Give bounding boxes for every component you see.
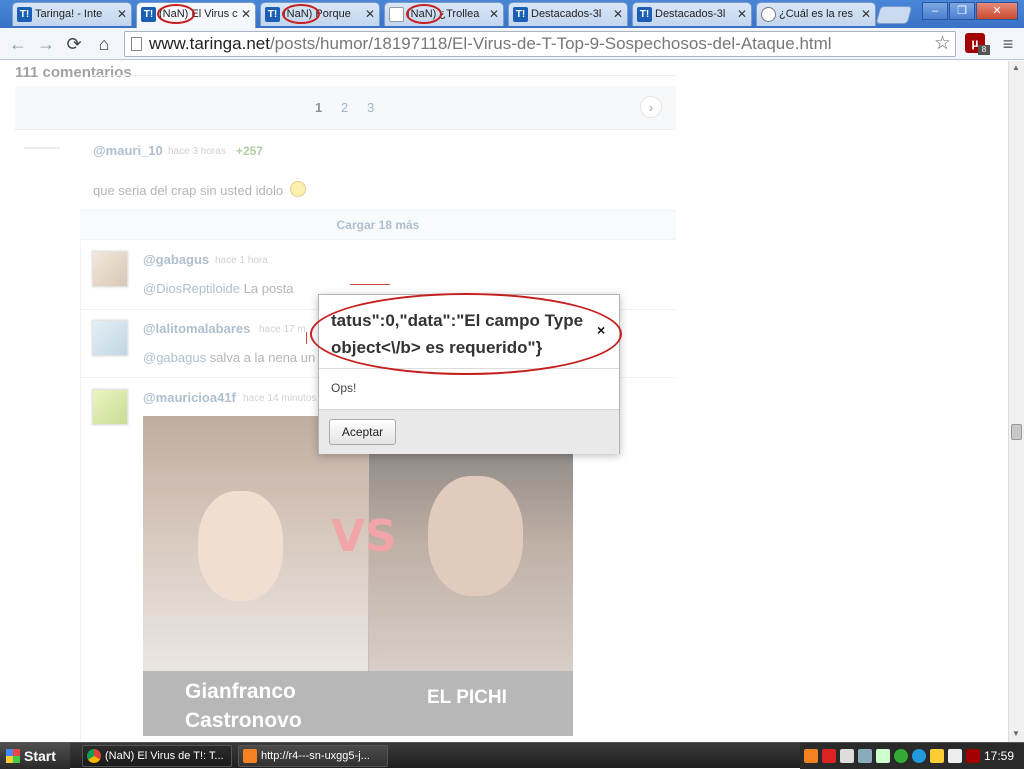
- tab-virus-post[interactable]: T! (NaN) El Virus c ✕: [136, 2, 256, 28]
- scroll-down-icon[interactable]: ▼: [1012, 729, 1020, 738]
- close-icon[interactable]: ✕: [489, 3, 499, 25]
- vlc-icon: [243, 749, 257, 763]
- close-icon[interactable]: ✕: [117, 3, 127, 25]
- close-icon[interactable]: ✕: [241, 3, 251, 25]
- tab-taringa-home[interactable]: T! Taringa! - Inte ✕: [12, 2, 132, 26]
- page-icon: [131, 37, 142, 51]
- scrollbar-thumb[interactable]: [1011, 424, 1022, 440]
- network-icon[interactable]: [858, 749, 872, 763]
- tab-destacados-1[interactable]: T! Destacados-3l ✕: [508, 2, 628, 26]
- windows-logo-icon: [6, 749, 20, 763]
- maximize-button[interactable]: ❐: [949, 2, 975, 20]
- tab-title: Destacados-3l: [655, 8, 726, 20]
- start-button[interactable]: Start: [0, 743, 70, 769]
- vertical-scrollbar[interactable]: ▲ ▼: [1008, 61, 1024, 742]
- dialog-annotation-ellipse: [310, 293, 622, 375]
- task-label: (NaN) El Virus de T!: T...: [105, 750, 224, 762]
- taskbar: Start (NaN) El Virus de T!: T... http://…: [0, 742, 1024, 769]
- address-bar[interactable]: www.taringa.net/posts/humor/18197118/El-…: [124, 31, 956, 57]
- browser-titlebar: T! Taringa! - Inte ✕ T! (NaN) El Virus c…: [0, 0, 1024, 28]
- window-controls: – ❐ ✕: [921, 2, 1018, 20]
- reload-icon[interactable]: ⟳: [62, 32, 86, 56]
- taringa-favicon: T!: [513, 7, 528, 22]
- url-host: www.taringa.net: [149, 34, 270, 53]
- page-icon: [389, 7, 404, 22]
- new-tab-button[interactable]: [875, 6, 913, 24]
- update-icon[interactable]: [894, 749, 908, 763]
- chrome-icon: [87, 749, 101, 763]
- close-icon[interactable]: ✕: [861, 3, 871, 25]
- tab-trollea[interactable]: (NaN) ¿Trollea ✕: [384, 2, 504, 26]
- dialog-footer: Aceptar: [319, 409, 619, 454]
- flash-icon[interactable]: [912, 749, 926, 763]
- cube-icon: [761, 7, 776, 22]
- annotation-line: [306, 332, 307, 344]
- tab-title: Destacados-3l: [531, 8, 602, 20]
- taskbar-item-vlc[interactable]: http://r4---sn-uxgg5-j...: [238, 745, 388, 767]
- accept-button[interactable]: Aceptar: [329, 419, 396, 445]
- window-close-button[interactable]: ✕: [976, 2, 1018, 20]
- tab-annotation-ellipse: [282, 4, 320, 24]
- task-label: http://r4---sn-uxgg5-j...: [261, 750, 370, 762]
- tab-title: Taringa! - Inte: [35, 8, 103, 20]
- browser-toolbar: ← → ⟳ ⌂ www.taringa.net/posts/humor/1819…: [0, 28, 1024, 60]
- tab-cual-es[interactable]: ¿Cuál es la res ✕: [756, 2, 876, 26]
- url-path: /posts/humor/18197118/El-Virus-de-T-Top-…: [269, 34, 832, 53]
- usb-icon[interactable]: [876, 749, 890, 763]
- close-icon[interactable]: ✕: [737, 3, 747, 25]
- close-icon[interactable]: ✕: [365, 3, 375, 25]
- close-icon[interactable]: ✕: [613, 3, 623, 25]
- minimize-button[interactable]: –: [922, 2, 948, 20]
- tab-destacados-2[interactable]: T! Destacados-3l ✕: [632, 2, 752, 26]
- back-icon[interactable]: ←: [6, 32, 30, 56]
- taringa-favicon: T!: [265, 7, 280, 22]
- system-tray: 17:59: [800, 743, 1024, 769]
- taskbar-item-chrome[interactable]: (NaN) El Virus de T!: T...: [82, 745, 232, 767]
- annotation-line: [350, 284, 390, 285]
- volume-icon[interactable]: [840, 749, 854, 763]
- bookmark-star-icon[interactable]: ☆: [934, 32, 951, 56]
- start-label: Start: [24, 748, 56, 764]
- scroll-up-icon[interactable]: ▲: [1012, 63, 1020, 72]
- vlc-tray-icon[interactable]: [804, 749, 818, 763]
- extension-badge: 8: [978, 45, 990, 55]
- youtube-tray-icon[interactable]: [822, 749, 836, 763]
- menu-icon[interactable]: ≡: [996, 32, 1020, 56]
- clock: 17:59: [983, 749, 1014, 763]
- tab-annotation-ellipse: [157, 4, 195, 24]
- tab-annotation-ellipse: [406, 4, 442, 24]
- home-icon[interactable]: ⌂: [92, 32, 116, 56]
- taringa-favicon: T!: [637, 7, 652, 22]
- pen-icon[interactable]: [948, 749, 962, 763]
- taringa-favicon: T!: [17, 7, 32, 22]
- tab-porque[interactable]: T! (NaN) Porque ✕: [260, 2, 380, 26]
- tab-title: ¿Cuál es la res: [779, 8, 853, 20]
- utorrent-tray-icon[interactable]: [966, 749, 980, 763]
- wizard-icon[interactable]: [930, 749, 944, 763]
- taringa-favicon: T!: [141, 7, 156, 22]
- forward-icon[interactable]: →: [34, 32, 58, 56]
